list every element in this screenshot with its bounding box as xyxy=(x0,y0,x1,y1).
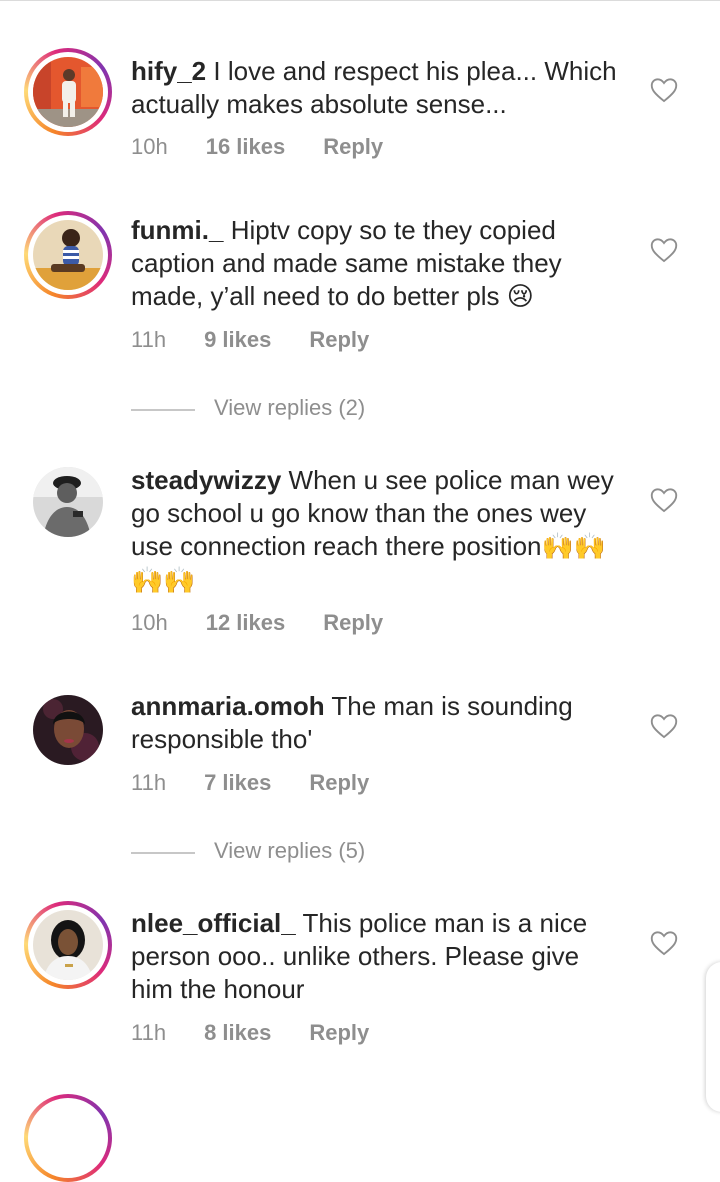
heart-outline-icon[interactable] xyxy=(650,77,678,103)
comment-likes[interactable]: 7 likes xyxy=(204,770,271,796)
view-replies-label[interactable]: View replies (2) xyxy=(214,395,365,421)
comment-meta: 11h 9 likes Reply xyxy=(131,327,369,353)
avatar[interactable] xyxy=(33,910,103,980)
comment-meta: 11h 8 likes Reply xyxy=(131,1020,369,1046)
comment-text: funmi._ Hiptv copy so te they copied cap… xyxy=(131,214,621,314)
comment-time: 11h xyxy=(131,1020,167,1045)
comment-likes[interactable]: 12 likes xyxy=(206,610,286,636)
avatar[interactable] xyxy=(33,695,103,765)
heart-outline-icon[interactable] xyxy=(650,487,678,513)
comment-time: 10h xyxy=(131,134,168,159)
comment-username[interactable]: nlee_official_ xyxy=(131,908,296,938)
avatar-story-ring[interactable] xyxy=(24,48,112,136)
comment-likes[interactable]: 9 likes xyxy=(204,327,271,353)
avatar-story-ring[interactable] xyxy=(24,1094,112,1182)
reply-button[interactable]: Reply xyxy=(309,770,369,796)
view-replies-button[interactable]: View replies (2) xyxy=(131,395,431,425)
comment-username[interactable]: funmi._ xyxy=(131,215,223,245)
emoji-crying: 😢 xyxy=(506,282,534,312)
comment-username[interactable]: annmaria.omoh xyxy=(131,691,325,721)
reply-button[interactable]: Reply xyxy=(309,1020,369,1046)
comment-text: hify_2 I love and respect his plea... Wh… xyxy=(131,55,621,121)
avatar-container[interactable] xyxy=(24,686,112,774)
comment-meta: 10h 16 likes Reply xyxy=(131,134,383,160)
avatar[interactable] xyxy=(33,220,103,290)
comment-meta: 10h 12 likes Reply xyxy=(131,610,383,636)
avatar[interactable] xyxy=(33,57,103,127)
view-replies-label[interactable]: View replies (5) xyxy=(214,838,365,864)
comment-username[interactable]: hify_2 xyxy=(131,56,206,86)
heart-outline-icon[interactable] xyxy=(650,713,678,739)
reply-button[interactable]: Reply xyxy=(309,327,369,353)
comment-time: 11h xyxy=(131,327,167,352)
comment-likes[interactable]: 8 likes xyxy=(204,1020,271,1046)
comment-time: 11h xyxy=(131,770,167,795)
comment-likes[interactable]: 16 likes xyxy=(206,134,286,160)
comment-username[interactable]: steadywizzy xyxy=(131,465,281,495)
scroll-handle[interactable] xyxy=(706,962,720,1112)
comment-text: nlee_official_ This police man is a nice… xyxy=(131,907,621,1006)
view-replies-button[interactable]: View replies (5) xyxy=(131,838,431,868)
replies-divider xyxy=(131,852,195,854)
avatar[interactable] xyxy=(33,467,103,537)
reply-button[interactable]: Reply xyxy=(323,134,383,160)
comment-text: steadywizzy When u see police man wey go… xyxy=(131,464,621,598)
top-divider xyxy=(0,0,720,1)
heart-outline-icon[interactable] xyxy=(650,237,678,263)
reply-button[interactable]: Reply xyxy=(323,610,383,636)
avatar-story-ring[interactable] xyxy=(24,211,112,299)
avatar-container[interactable] xyxy=(24,458,112,546)
comment-time: 10h xyxy=(131,610,168,635)
avatar-story-ring[interactable] xyxy=(24,901,112,989)
replies-divider xyxy=(131,409,195,411)
comment-meta: 11h 7 likes Reply xyxy=(131,770,369,796)
heart-outline-icon[interactable] xyxy=(650,930,678,956)
comment-text: annmaria.omoh The man is sounding respon… xyxy=(131,690,621,756)
